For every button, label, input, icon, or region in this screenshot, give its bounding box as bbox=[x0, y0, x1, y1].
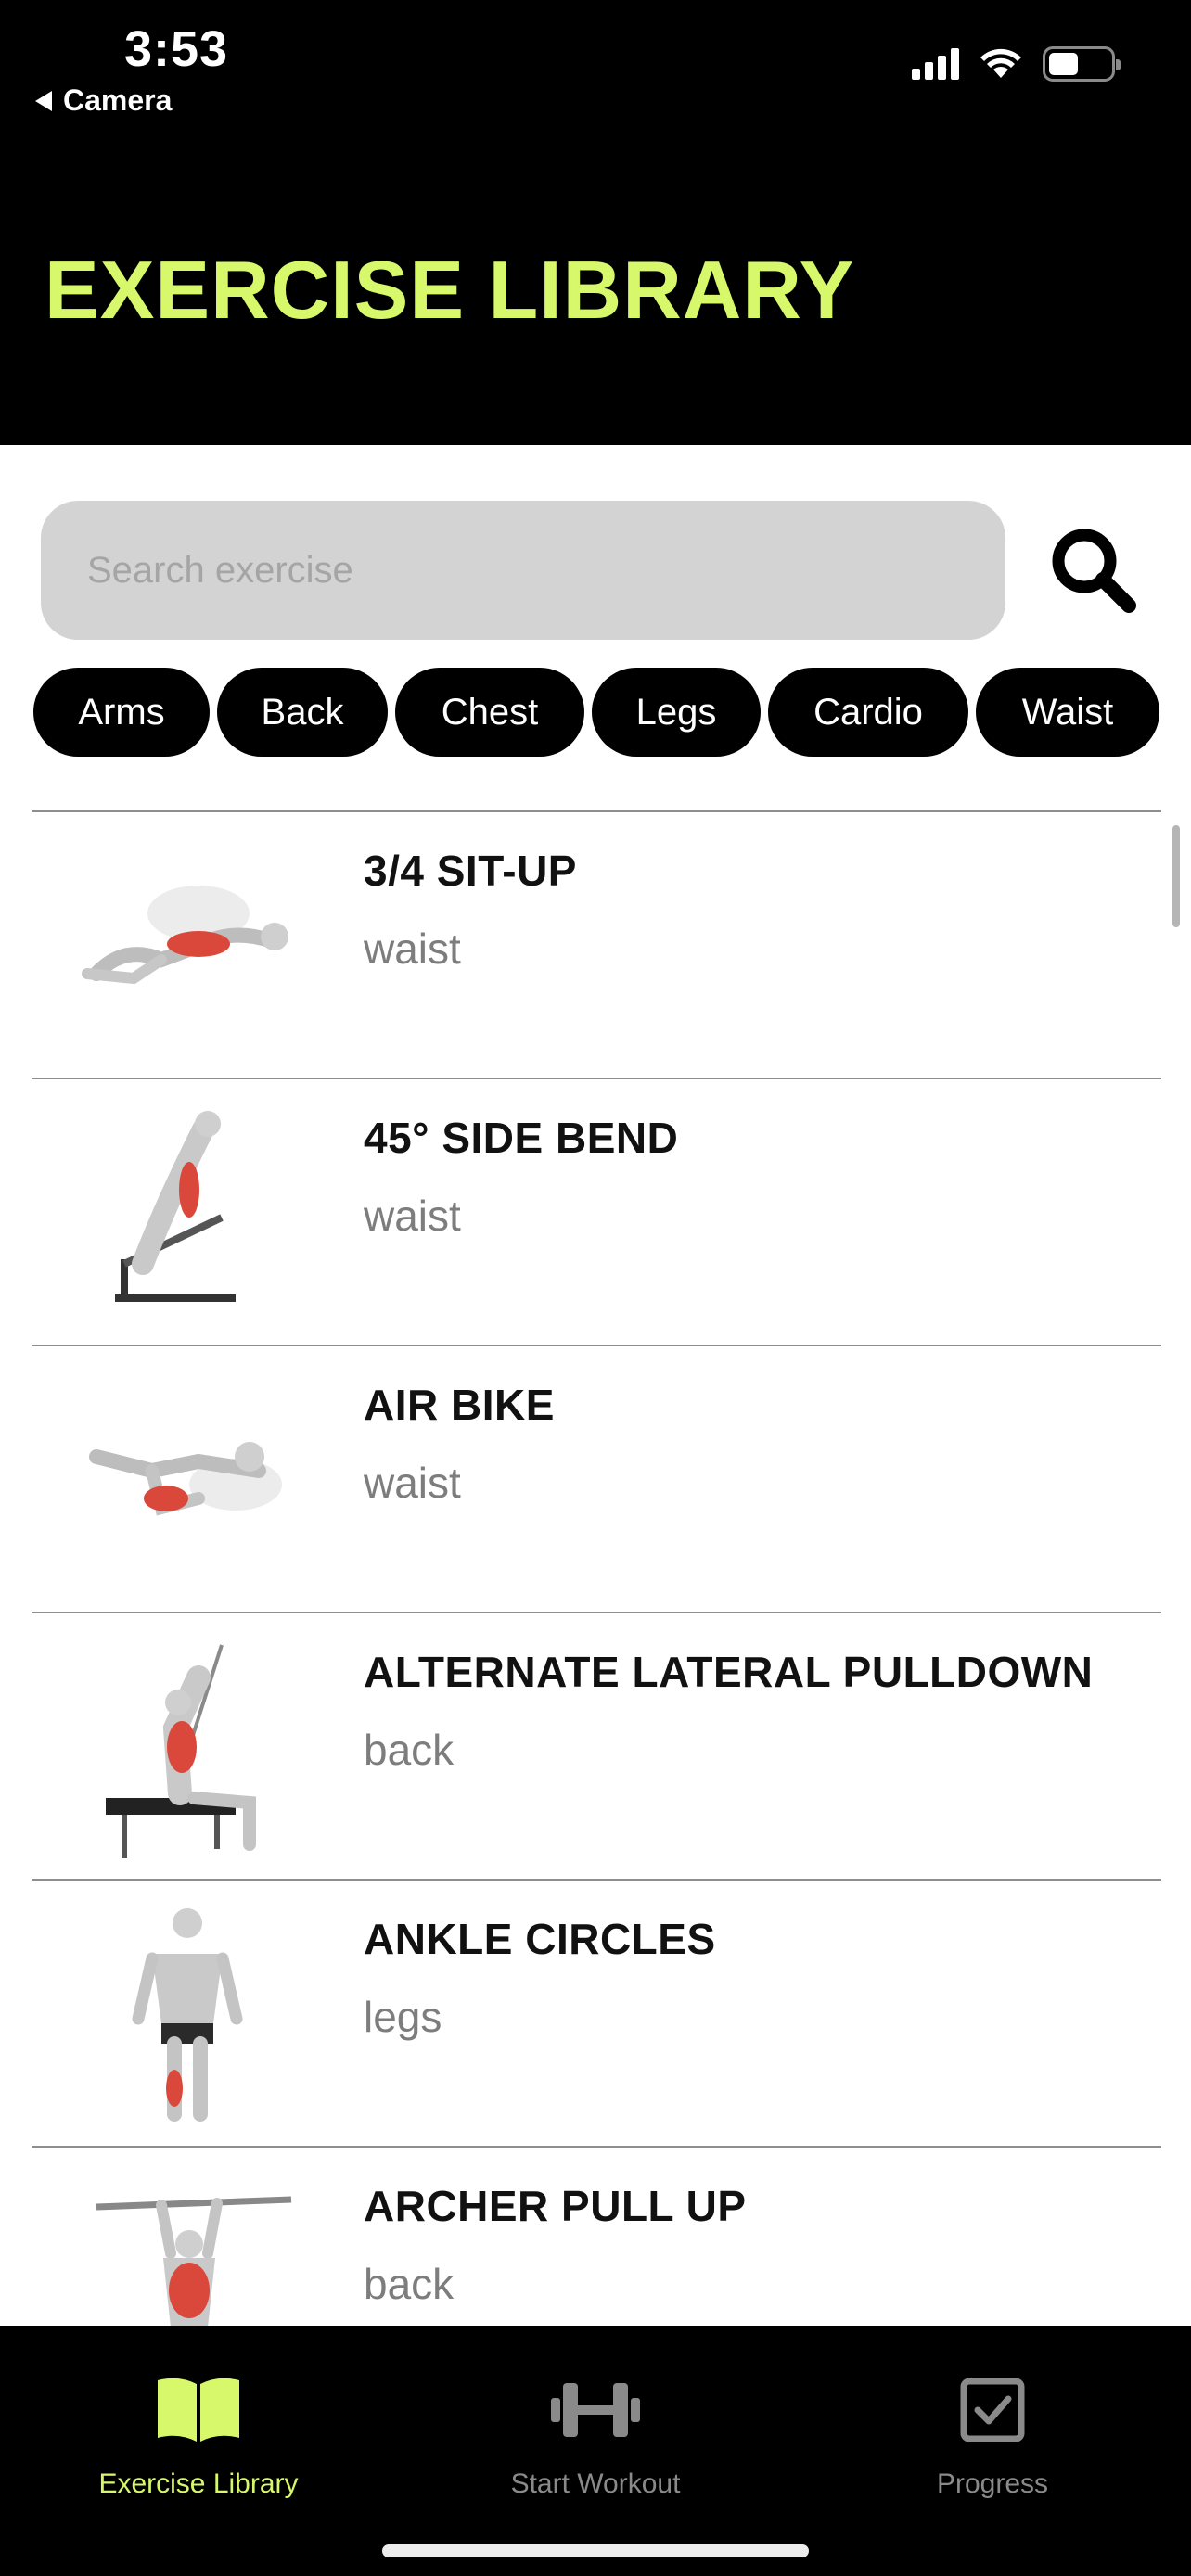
main-content: Arms Back Chest Legs Cardio Waist 3/4 SI… bbox=[0, 445, 1191, 2326]
exercise-thumbnail bbox=[82, 886, 288, 985]
exercise-body-part: waist bbox=[364, 1459, 461, 1507]
exercise-name: AIR BIKE bbox=[364, 1381, 555, 1429]
exercise-thumbnail bbox=[89, 1442, 282, 1516]
exercise-list-item[interactable]: AIR BIKE waist bbox=[32, 1345, 1161, 1612]
chip-waist[interactable]: Waist bbox=[976, 668, 1159, 757]
tab-start-workout[interactable]: Start Workout bbox=[438, 2359, 753, 2500]
exercise-name: 3/4 SIT-UP bbox=[364, 847, 577, 895]
home-indicator[interactable] bbox=[382, 2544, 809, 2557]
exercise-name: ARCHER PULL UP bbox=[364, 2182, 747, 2230]
status-time: 3:53 bbox=[124, 21, 229, 77]
page-header: EXERCISE LIBRARY bbox=[0, 139, 1191, 445]
exercise-thumbnail bbox=[132, 1908, 243, 2122]
status-bar: 3:53 Camera bbox=[0, 0, 1191, 139]
exercise-name: ANKLE CIRCLES bbox=[364, 1915, 716, 1963]
dumbbell-icon bbox=[551, 2383, 640, 2437]
back-arrow-icon bbox=[35, 90, 52, 111]
back-app-label: Camera bbox=[63, 83, 173, 117]
search-button[interactable] bbox=[1043, 519, 1145, 621]
cellular-signal-icon bbox=[912, 48, 959, 80]
exercise-body-part: legs bbox=[364, 1993, 442, 2041]
exercise-name: 45° SIDE BEND bbox=[364, 1114, 679, 1162]
exercise-thumbnail bbox=[106, 1644, 256, 1858]
tab-progress[interactable]: Progress bbox=[835, 2359, 1150, 2500]
exercise-list-item[interactable]: ALTERNATE LATERAL PULLDOWN back bbox=[32, 1612, 1161, 1879]
tab-exercise-library[interactable]: Exercise Library bbox=[41, 2359, 356, 2500]
bottom-tab-bar: Exercise Library Start Workout Progress bbox=[0, 2326, 1191, 2576]
exercise-body-part: back bbox=[364, 2260, 455, 2308]
chip-cardio[interactable]: Cardio bbox=[768, 668, 968, 757]
exercise-list-item[interactable]: ANKLE CIRCLES legs bbox=[32, 1879, 1161, 2146]
wifi-icon bbox=[980, 48, 1021, 78]
search-icon bbox=[1052, 529, 1136, 613]
exercise-list-item[interactable]: ARCHER PULL UP back bbox=[32, 2146, 1161, 2326]
tab-label: Start Workout bbox=[510, 2468, 681, 2499]
tab-label: Exercise Library bbox=[98, 2468, 299, 2499]
exercise-body-part: waist bbox=[364, 1192, 461, 1240]
battery-icon bbox=[1043, 46, 1121, 82]
chip-chest[interactable]: Chest bbox=[395, 668, 584, 757]
chip-arms[interactable]: Arms bbox=[33, 668, 210, 757]
search-row bbox=[41, 501, 1154, 640]
checkbox-icon bbox=[960, 2378, 1025, 2442]
tab-label: Progress bbox=[936, 2468, 1049, 2499]
exercise-thumbnail bbox=[115, 1111, 236, 1302]
exercise-list-item[interactable]: 3/4 SIT-UP waist bbox=[32, 810, 1161, 1078]
exercise-thumbnail bbox=[96, 2196, 292, 2326]
search-input[interactable] bbox=[41, 501, 1005, 640]
exercise-list-item[interactable]: 45° SIDE BEND waist bbox=[32, 1078, 1161, 1345]
exercise-name: ALTERNATE LATERAL PULLDOWN bbox=[364, 1648, 1094, 1696]
back-to-app-link[interactable]: Camera bbox=[35, 83, 172, 118]
exercise-body-part: back bbox=[364, 1726, 455, 1774]
system-icons bbox=[912, 46, 1121, 82]
book-icon bbox=[158, 2378, 239, 2442]
exercise-body-part: waist bbox=[364, 925, 461, 973]
chip-back[interactable]: Back bbox=[217, 668, 388, 757]
category-filter-bar: Arms Back Chest Legs Cardio Waist bbox=[33, 668, 1159, 757]
page-title: EXERCISE LIBRARY bbox=[45, 244, 855, 336]
chip-legs[interactable]: Legs bbox=[592, 668, 761, 757]
list-scrollbar[interactable] bbox=[1172, 825, 1180, 927]
exercise-list: 3/4 SIT-UP waist 45° SIDE BEND waist AIR… bbox=[32, 810, 1161, 2326]
